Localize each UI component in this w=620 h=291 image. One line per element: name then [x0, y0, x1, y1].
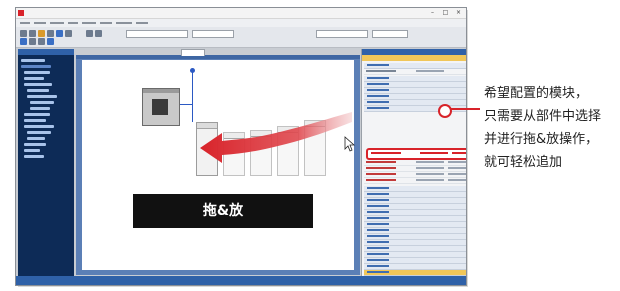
callout-marker	[438, 104, 452, 118]
pointer-cursor-icon	[344, 136, 356, 152]
callout-line-4: 就可轻松追加	[484, 155, 563, 170]
drag-drop-label: 拖&放	[133, 194, 313, 228]
drag-arrow-icon	[200, 112, 352, 163]
callout-text: 希望配置的模块， 只需要从部件中选择 并进行拖&放操作， 就可轻松追加	[484, 82, 620, 174]
callout-line-3: 并进行拖&放操作，	[484, 132, 599, 147]
callout-line-2: 只需要从部件中选择	[484, 109, 602, 124]
callout-line-1: 希望配置的模块，	[484, 86, 589, 101]
callout-line	[450, 108, 480, 110]
